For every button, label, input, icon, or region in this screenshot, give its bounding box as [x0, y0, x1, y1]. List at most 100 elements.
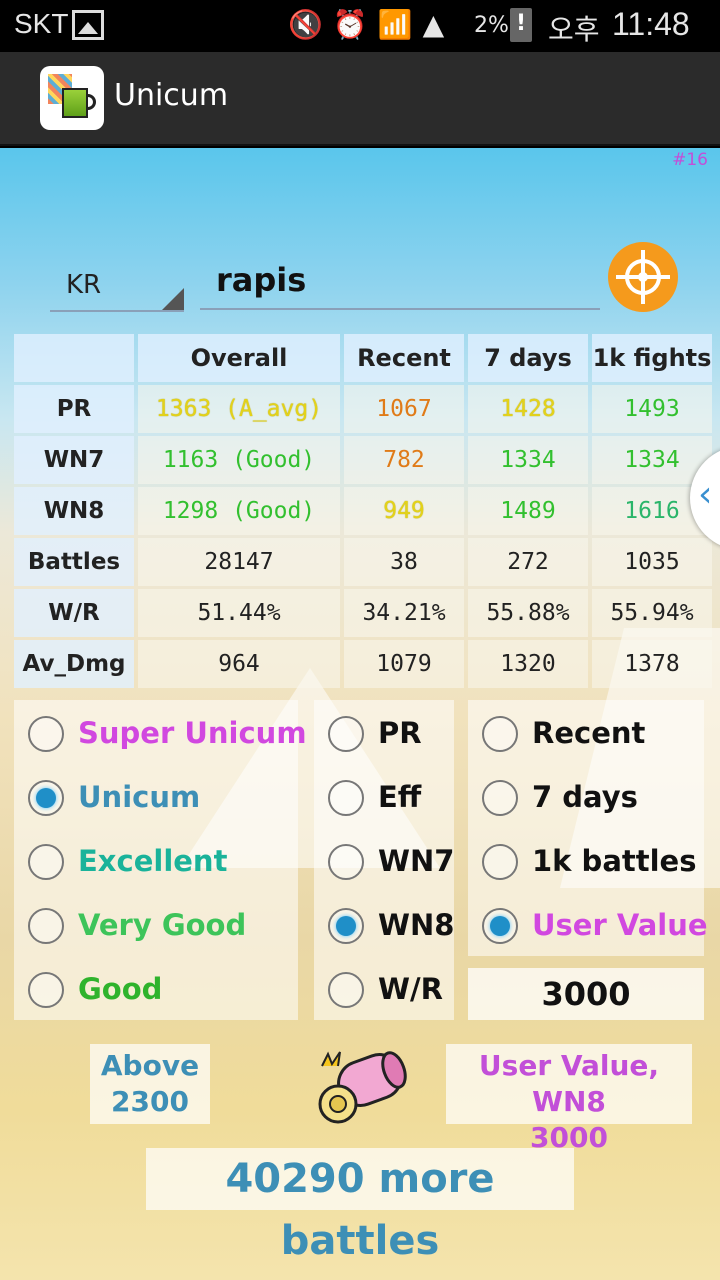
rank-option[interactable]: Super Unicum	[14, 704, 307, 764]
table-row: Av_Dmg 964 1079 1320 1378	[14, 640, 712, 688]
table-cell: 1320	[468, 640, 588, 688]
table-row: WN7 1163 (Good) 782 1334 1334	[14, 436, 712, 484]
user-value-input[interactable]	[468, 968, 704, 1020]
main-content: #16 KR Overall Recent 7 days 1k fights P…	[0, 148, 720, 1280]
table-cell: 55.94%	[592, 589, 712, 637]
period-option[interactable]: Recent	[468, 704, 704, 764]
radio-label: W/R	[378, 972, 443, 1006]
radio-button[interactable]	[28, 716, 64, 752]
more-battles-label: 40290 more battles	[146, 1148, 574, 1264]
radio-button[interactable]	[328, 780, 364, 816]
search-target-button[interactable]	[608, 242, 678, 312]
radio-button[interactable]	[28, 972, 64, 1008]
status-bar: SKT 🔇⏰📶▲ 2% 오후 11:48	[0, 0, 720, 52]
row-label: PR	[14, 385, 134, 433]
radio-label: Super Unicum	[78, 716, 307, 750]
dropdown-arrow-icon	[162, 288, 184, 310]
metric-option[interactable]: PR	[314, 704, 454, 764]
target-label: User Value, WN8	[478, 1049, 660, 1118]
radio-label: 7 days	[532, 780, 638, 814]
table-cell: 964	[138, 640, 340, 688]
table-header-cell: 7 days	[468, 334, 588, 382]
table-cell: 1163 (Good)	[138, 436, 340, 484]
page-number: #16	[672, 150, 708, 170]
radio-label: Eff	[378, 780, 422, 814]
radio-button[interactable]	[482, 716, 518, 752]
radio-button[interactable]	[328, 844, 364, 880]
table-header-cell: Recent	[344, 334, 464, 382]
rank-option[interactable]: Unicum	[14, 768, 298, 828]
radio-label: 1k battles	[532, 844, 697, 878]
table-row: W/R 51.44% 34.21% 55.88% 55.94%	[14, 589, 712, 637]
radio-label: WN8	[378, 908, 455, 942]
chevron-left-icon: ‹	[698, 474, 713, 515]
radio-button[interactable]	[28, 908, 64, 944]
cannon-icon[interactable]	[308, 1048, 412, 1128]
table-cell: 28147	[138, 538, 340, 586]
table-cell: 1067	[344, 385, 464, 433]
row-label: W/R	[14, 589, 134, 637]
period-option[interactable]: 1k battles	[468, 832, 704, 892]
gallery-icon	[72, 10, 104, 40]
rank-option[interactable]: Good	[14, 960, 298, 1020]
clock: 11:48	[612, 6, 690, 42]
table-cell: 272	[468, 538, 588, 586]
table-cell: 38	[344, 538, 464, 586]
stats-table: Overall Recent 7 days 1k fights PR 1363 …	[10, 331, 716, 691]
ampm-label: 오후	[548, 13, 600, 46]
battery-icon	[510, 8, 532, 42]
table-row: Battles 28147 38 272 1035	[14, 538, 712, 586]
table-cell: 1493	[592, 385, 712, 433]
carrier-label: SKT	[14, 8, 69, 39]
table-cell: 1334	[468, 436, 588, 484]
table-row: WN8 1298 (Good) 949 1489 1616	[14, 487, 712, 535]
app-logo-icon[interactable]	[40, 66, 104, 130]
row-label: Av_Dmg	[14, 640, 134, 688]
radio-button[interactable]	[28, 780, 64, 816]
row-label: WN7	[14, 436, 134, 484]
metric-option[interactable]: WN7	[314, 832, 454, 892]
radio-label: Recent	[532, 716, 646, 750]
battery-percent: 2%	[474, 13, 509, 38]
radio-label: PR	[378, 716, 422, 750]
period-radio-group: Recent 7 days 1k battles User Value	[468, 700, 708, 956]
server-dropdown[interactable]: KR	[50, 260, 184, 312]
radio-button[interactable]	[482, 780, 518, 816]
above-threshold-box: Above 2300	[90, 1044, 210, 1124]
metric-option[interactable]: W/R	[314, 960, 454, 1020]
rank-option[interactable]: Very Good	[14, 896, 298, 956]
radio-label: WN7	[378, 844, 455, 878]
period-option[interactable]: User Value	[468, 896, 708, 956]
radio-label: Very Good	[78, 908, 247, 942]
above-label: Above	[100, 1049, 200, 1082]
radio-button[interactable]	[482, 844, 518, 880]
player-name-input[interactable]	[200, 252, 600, 310]
period-option[interactable]: 7 days	[468, 768, 704, 828]
radio-button[interactable]	[328, 716, 364, 752]
table-cell: 1428	[468, 385, 588, 433]
table-cell: 1489	[468, 487, 588, 535]
radio-button[interactable]	[328, 972, 364, 1008]
table-header-cell: Overall	[138, 334, 340, 382]
table-cell: 1079	[344, 640, 464, 688]
table-cell: 782	[344, 436, 464, 484]
table-cell: 1363 (A_avg)	[138, 385, 340, 433]
table-cell: 1378	[592, 640, 712, 688]
metric-option[interactable]: WN8	[314, 896, 454, 956]
action-bar: Unicum	[0, 52, 720, 146]
table-cell: 51.44%	[138, 589, 340, 637]
app-title: Unicum	[114, 78, 229, 113]
radio-button[interactable]	[28, 844, 64, 880]
metric-option[interactable]: Eff	[314, 768, 454, 828]
radio-button[interactable]	[328, 908, 364, 944]
table-header-cell: 1k fights	[592, 334, 712, 382]
rank-option[interactable]: Excellent	[14, 832, 298, 892]
radio-button[interactable]	[482, 908, 518, 944]
radio-label: User Value	[532, 908, 708, 942]
row-label: Battles	[14, 538, 134, 586]
radio-label: Unicum	[78, 780, 201, 814]
table-cell: 1035	[592, 538, 712, 586]
server-value: KR	[66, 270, 102, 300]
table-cell: 1298 (Good)	[138, 487, 340, 535]
table-cell: 55.88%	[468, 589, 588, 637]
